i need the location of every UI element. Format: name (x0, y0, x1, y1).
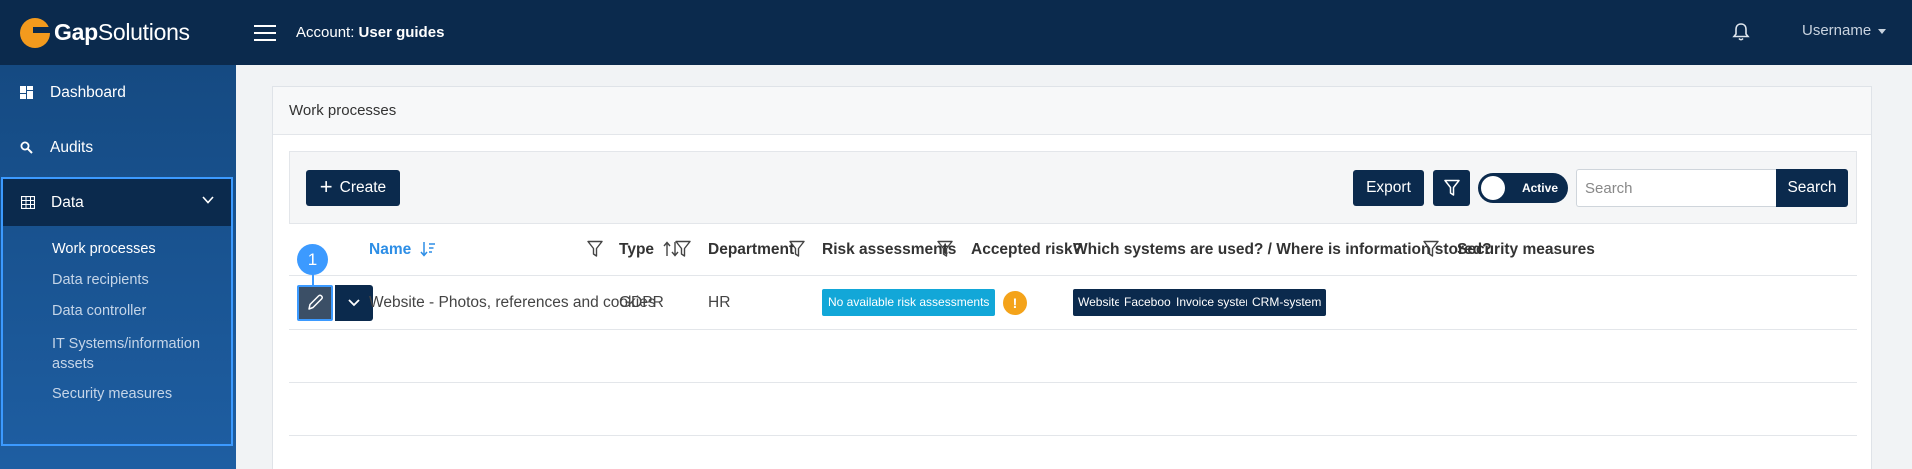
chevron-down-icon (348, 299, 360, 307)
filter-name-icon[interactable] (587, 240, 603, 258)
user-menu[interactable]: Username (1802, 22, 1886, 39)
column-header-name[interactable]: Name (369, 241, 436, 259)
dashboard-icon (20, 86, 33, 99)
sidebar-item-data[interactable]: Data (3, 179, 231, 226)
sidebar: Dashboard Audits Data Work processes Dat… (0, 65, 236, 469)
toggle-knob (1481, 176, 1505, 200)
menu-icon[interactable] (254, 24, 276, 41)
column-name-label: Name (369, 241, 412, 258)
table-row: 1 Website - Photos, references and cooki… (289, 244, 1857, 330)
sidebar-subitem-data-recipients[interactable]: Data recipients (3, 272, 231, 288)
filter-type-icon[interactable] (675, 240, 691, 258)
column-header-accepted-risk[interactable]: Accepted risk? (971, 241, 1082, 259)
logo-mark-icon (20, 17, 50, 48)
sidebar-subitem-security-measures[interactable]: Security measures (3, 386, 231, 402)
filter-risk-icon[interactable] (937, 240, 953, 258)
export-button[interactable]: Export (1353, 170, 1424, 206)
active-toggle[interactable]: Active (1478, 173, 1568, 203)
logo[interactable]: GapSolutions (0, 17, 236, 48)
search-icon (20, 141, 33, 154)
step-marker: 1 (297, 244, 328, 275)
table-icon (21, 196, 35, 209)
cell-type: GDPR (619, 294, 664, 311)
sidebar-item-dashboard[interactable]: Dashboard (0, 65, 236, 120)
sidebar-group-data: Data Work processes Data recipients Data… (1, 177, 233, 446)
column-header-type[interactable]: Type (619, 241, 679, 259)
create-button[interactable]: + Create (306, 170, 400, 206)
table-row-empty (289, 330, 1857, 383)
create-label: Create (339, 179, 387, 196)
column-type-label: Type (619, 241, 655, 258)
sidebar-item-audits[interactable]: Audits (0, 120, 236, 175)
cell-name[interactable]: Website - Photos, references and cookies (369, 294, 656, 312)
plus-icon: + (319, 174, 333, 199)
sidebar-subitem-work-processes[interactable]: Work processes (3, 241, 231, 257)
row-actions-dropdown[interactable] (335, 285, 373, 321)
top-bar: GapSolutions Account: User guides (0, 0, 1912, 65)
filter-department-icon[interactable] (789, 240, 805, 258)
column-header-security-measures[interactable]: Security measures (1457, 241, 1595, 259)
logo-text: GapSolutions (54, 19, 190, 45)
edit-button[interactable] (297, 285, 333, 321)
risk-status-badge[interactable]: No available risk assessments (822, 289, 996, 316)
pencil-icon (308, 294, 323, 310)
filter-button[interactable] (1433, 170, 1470, 206)
search-input[interactable] (1576, 169, 1776, 207)
sidebar-item-label: Audits (50, 138, 94, 156)
page-title: Work processes (273, 87, 1871, 135)
sidebar-item-label: Dashboard (50, 83, 126, 101)
column-header-department[interactable]: Department (708, 241, 794, 259)
filter-systems-icon[interactable] (1423, 240, 1439, 258)
sort-descending-icon[interactable] (419, 241, 436, 257)
sidebar-subitem-it-systems[interactable]: IT Systems/information assets (3, 334, 203, 374)
account-label: Account: User guides (296, 24, 445, 41)
toolbar: + Create Export Active Search (289, 151, 1857, 224)
table-row-empty (289, 383, 1857, 436)
main-content: Work processes + Create Export Active Se… (236, 65, 1912, 469)
search-button[interactable]: Search (1776, 169, 1848, 207)
cell-department: HR (708, 294, 731, 311)
work-processes-card: Work processes + Create Export Active Se… (272, 86, 1872, 469)
chevron-down-icon[interactable] (202, 196, 214, 204)
system-tag: CRM-system (1247, 289, 1327, 316)
filter-icon (1443, 179, 1460, 196)
warning-icon: ! (1003, 291, 1027, 315)
account-name: User guides (358, 24, 445, 41)
callout-line (312, 274, 314, 286)
sidebar-subitem-data-controller[interactable]: Data controller (3, 303, 231, 319)
sidebar-item-label: Data (51, 193, 84, 211)
table-header: Name Type Department Risk assessments Ac… (289, 225, 1857, 276)
bell-icon[interactable] (1732, 22, 1750, 42)
toggle-label: Active (1521, 181, 1558, 195)
